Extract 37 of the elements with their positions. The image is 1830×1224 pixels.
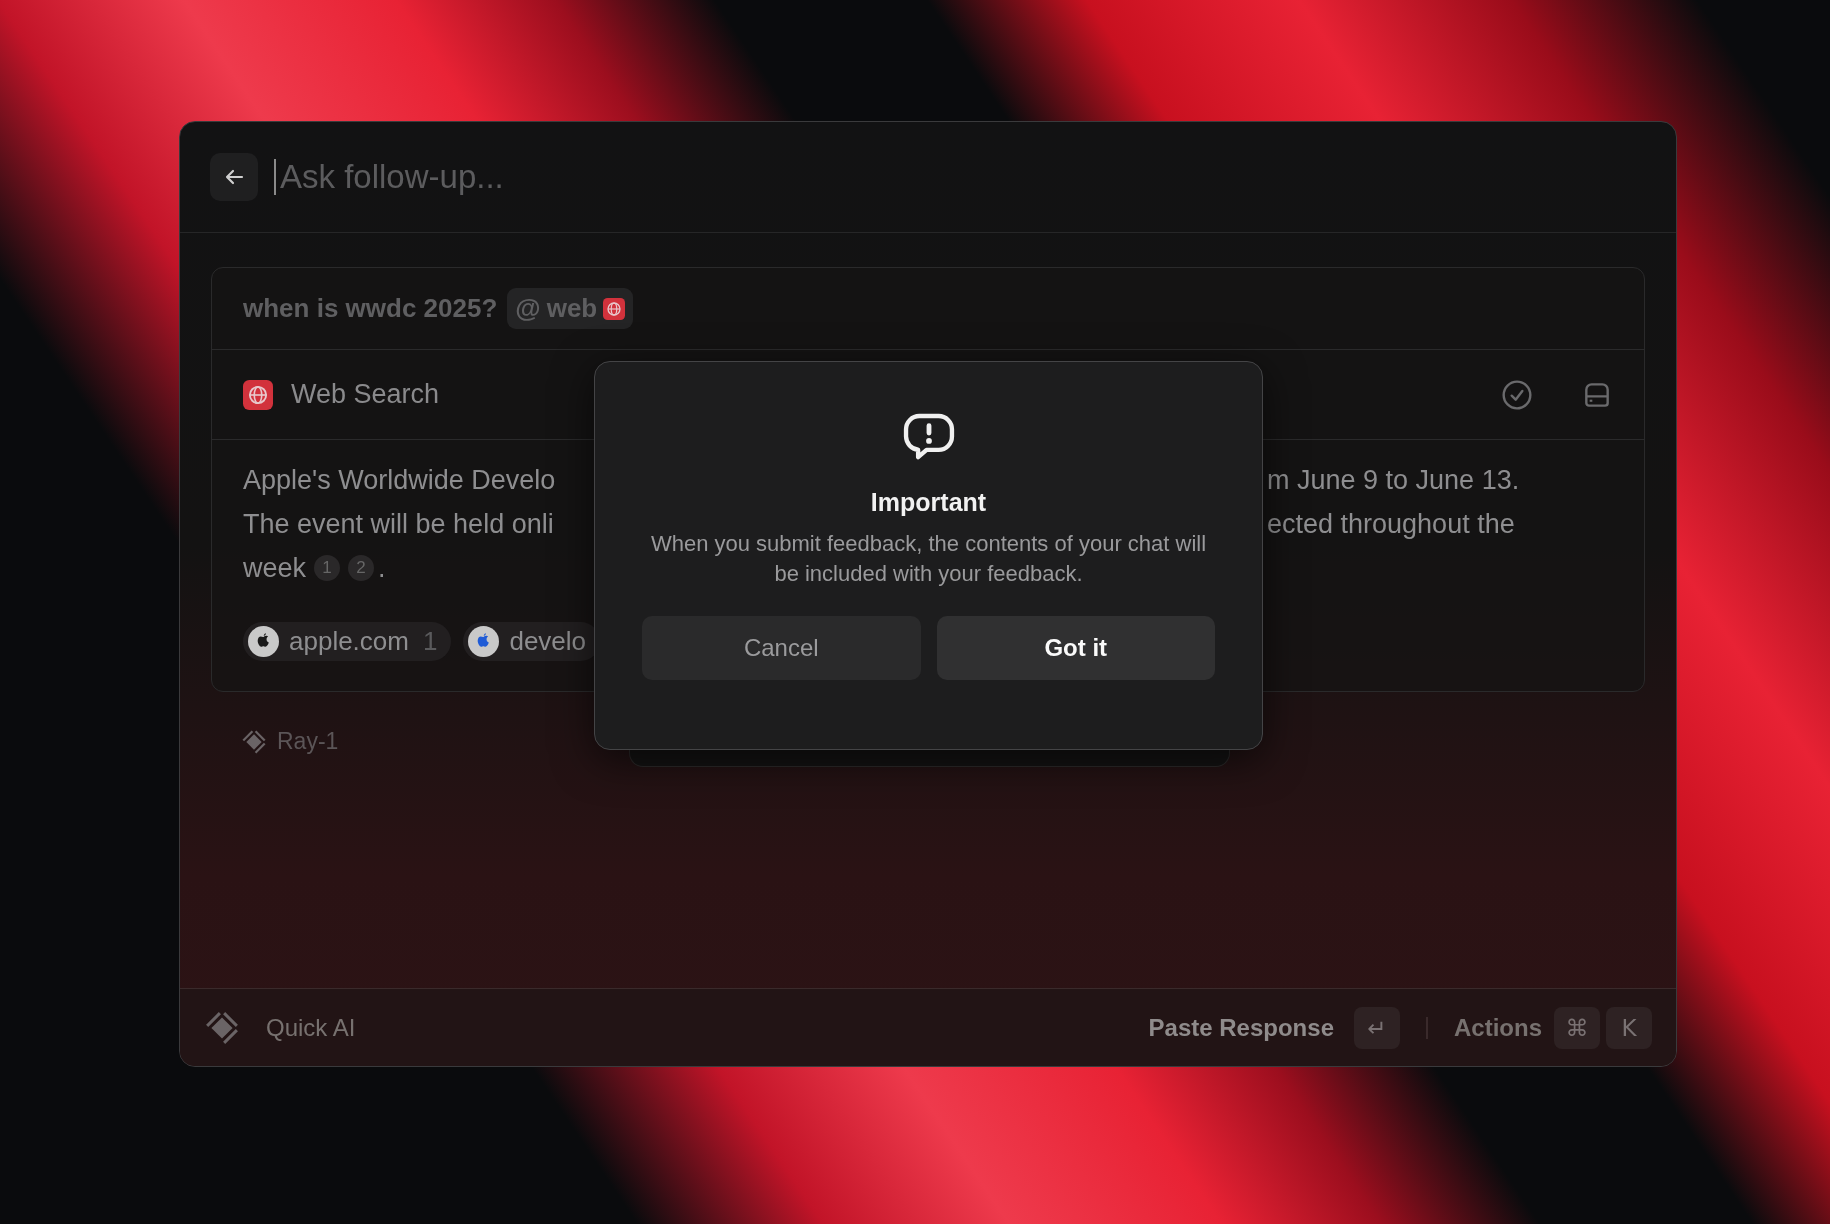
globe-icon [603, 297, 626, 320]
text-cursor [274, 159, 276, 195]
cancel-button[interactable]: Cancel [642, 616, 921, 680]
answer-text: m June 9 to June 13. [1267, 464, 1521, 496]
back-button[interactable] [210, 153, 258, 201]
tool-label: Web Search [291, 379, 441, 410]
answer-text: Apple's Worldwide Develo [243, 464, 556, 496]
answer-text: The event will be held onli [243, 508, 554, 540]
key-hint: ⌘ [1554, 1006, 1600, 1049]
footer-title: Quick AI [266, 1013, 357, 1042]
mention-symbol: @ [515, 293, 541, 324]
source-count: 1 [422, 626, 438, 657]
query-text: when is wwdc 2025? [243, 293, 498, 324]
answer-text: week [243, 552, 307, 584]
apple-logo-icon [468, 626, 500, 657]
citation-badge[interactable]: 1 [314, 555, 341, 581]
check-circle-icon[interactable] [1501, 378, 1533, 411]
key-hint: K [1606, 1006, 1652, 1049]
striped-diamond-icon [241, 728, 267, 755]
answer-text: . [378, 552, 386, 584]
source-domain: apple.com [289, 626, 409, 657]
source-domain: develo [509, 626, 587, 657]
globe-icon [243, 379, 273, 410]
mention-label: web [546, 293, 598, 324]
citation-badge[interactable]: 2 [348, 555, 375, 581]
answer-text: ected throughout the [1267, 508, 1516, 540]
apple-logo-icon [248, 626, 279, 657]
dialog-message: When you submit feedback, the contents of your chat will be included with your feedback. [649, 530, 1208, 588]
confirm-button[interactable]: Got it [936, 616, 1215, 680]
paste-response-button[interactable]: Paste Response [1148, 1013, 1334, 1042]
actions-button[interactable]: Actions [1454, 1013, 1542, 1042]
dialog-title: Important [870, 488, 987, 517]
key-hint: ↵ [1354, 1006, 1400, 1049]
source-link[interactable]: apple.com 1 [243, 622, 452, 661]
striped-diamond-icon [204, 1009, 240, 1046]
model-label: Ray-1 [277, 728, 339, 755]
search-field[interactable]: Ask follow-up... [278, 157, 1646, 197]
